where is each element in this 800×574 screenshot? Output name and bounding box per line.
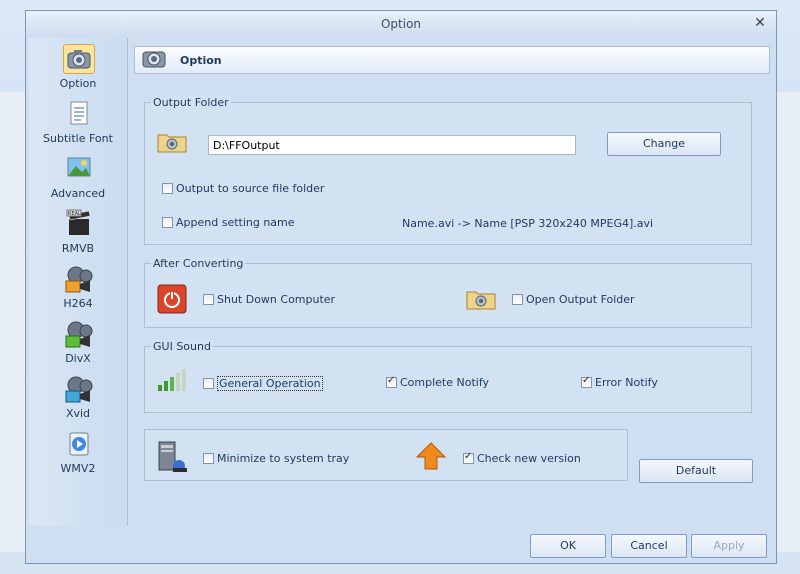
nav-label: H264 [63,297,93,310]
group-label: Output Folder [151,96,231,109]
svg-text:REAL: REAL [68,211,81,217]
checkbox-box[interactable] [203,453,214,464]
nav-label: Option [59,77,97,90]
output-folder-group: Output Folder Change Output to source fi… [144,96,752,245]
background-left-strip [0,92,28,552]
checkbox-box[interactable] [162,183,173,194]
media-player-icon [63,429,95,459]
checkbox-label: Minimize to system tray [217,452,350,465]
picture-icon [63,154,95,184]
complete-notify-checkbox[interactable]: Complete Notify [386,375,490,389]
titlebar: Option ✕ [26,11,776,37]
general-operation-checkbox[interactable]: General Operation [203,376,323,391]
window-title: Option [380,17,422,31]
nav-label: Advanced [50,187,106,200]
group-label: GUI Sound [151,340,213,353]
checkbox-label: Open Output Folder [526,293,635,306]
checkbox-label: General Operation [217,376,323,391]
apply-button[interactable]: Apply [691,534,767,558]
output-folder-input[interactable] [208,135,576,155]
nav-item-divx[interactable]: DivX [29,316,127,368]
up-arrow-icon [415,442,447,470]
checkbox-label: Complete Notify [400,376,490,389]
gui-sound-group: GUI Sound General Operation Complete Not… [144,340,752,413]
page-header: Option [134,46,770,74]
checkbox-label: Error Notify [595,376,658,389]
group-label: After Converting [151,257,246,270]
checkbox-label: Output to source file folder [176,182,325,195]
append-setting-checkbox[interactable]: Append setting name [162,216,295,229]
close-icon[interactable]: ✕ [752,15,768,31]
checkbox-box[interactable] [203,294,214,305]
checkbox-label: Shut Down Computer [217,293,336,306]
check-new-version-checkbox[interactable]: Check new version [463,451,581,465]
nav-label: Xvid [65,407,91,420]
checkbox-label: Check new version [477,452,581,465]
option-nav: Option Subtitle Font Advanced REAL RMVB … [29,38,128,526]
nav-label: RMVB [61,242,95,255]
output-to-source-checkbox[interactable]: Output to source file folder [162,182,324,195]
nav-item-advanced[interactable]: Advanced [29,151,127,203]
minimize-tray-checkbox[interactable]: Minimize to system tray [203,452,349,465]
system-tray-icon [157,440,189,474]
nav-item-option[interactable]: Option [29,41,127,93]
camera-icon [139,43,169,73]
checkbox-box[interactable] [162,217,173,228]
clapper-icon: REAL [63,209,95,239]
ok-button[interactable]: OK [530,534,606,558]
nav-label: WMV2 [60,462,96,475]
nav-item-subtitle-font[interactable]: Subtitle Font [29,96,127,148]
document-icon [63,99,95,129]
nav-label: Subtitle Font [43,132,113,145]
film-reel-icon [63,264,95,294]
checkbox-label: Append setting name [176,216,295,229]
shutdown-checkbox[interactable]: Shut Down Computer [203,293,335,306]
option-dialog: Option ✕ Option Subtitle Font Advanced R… [25,10,777,564]
nav-item-xvid[interactable]: Xvid [29,371,127,423]
checkbox-box[interactable] [512,294,523,305]
checkbox-box[interactable] [581,375,592,388]
name-example-text: Name.avi -> Name [PSP 320x240 MPEG4].avi [402,217,654,230]
cancel-button[interactable]: Cancel [611,534,687,558]
change-button[interactable]: Change [607,132,721,156]
default-button[interactable]: Default [639,459,753,483]
checkbox-box[interactable] [463,451,474,464]
open-output-folder-checkbox[interactable]: Open Output Folder [512,293,635,306]
camera-icon [63,44,95,74]
nav-label: DivX [65,352,91,365]
nav-item-rmvb[interactable]: REAL RMVB [29,206,127,258]
checkbox-box[interactable] [386,375,397,388]
volume-bars-icon [157,367,187,393]
error-notify-checkbox[interactable]: Error Notify [581,375,658,389]
misc-group: Minimize to system tray Check new versio… [144,429,628,481]
page-title: Option [180,54,222,67]
film-reel-icon [63,319,95,349]
nav-item-wmv2[interactable]: WMV2 [29,426,127,478]
folder-camera-icon [157,131,187,153]
checkbox-box[interactable] [203,378,214,389]
nav-item-h264[interactable]: H264 [29,261,127,313]
folder-camera-icon [466,288,496,310]
film-reel-icon [63,374,95,404]
power-icon [157,284,187,314]
after-converting-group: After Converting Shut Down Computer Open… [144,257,752,328]
